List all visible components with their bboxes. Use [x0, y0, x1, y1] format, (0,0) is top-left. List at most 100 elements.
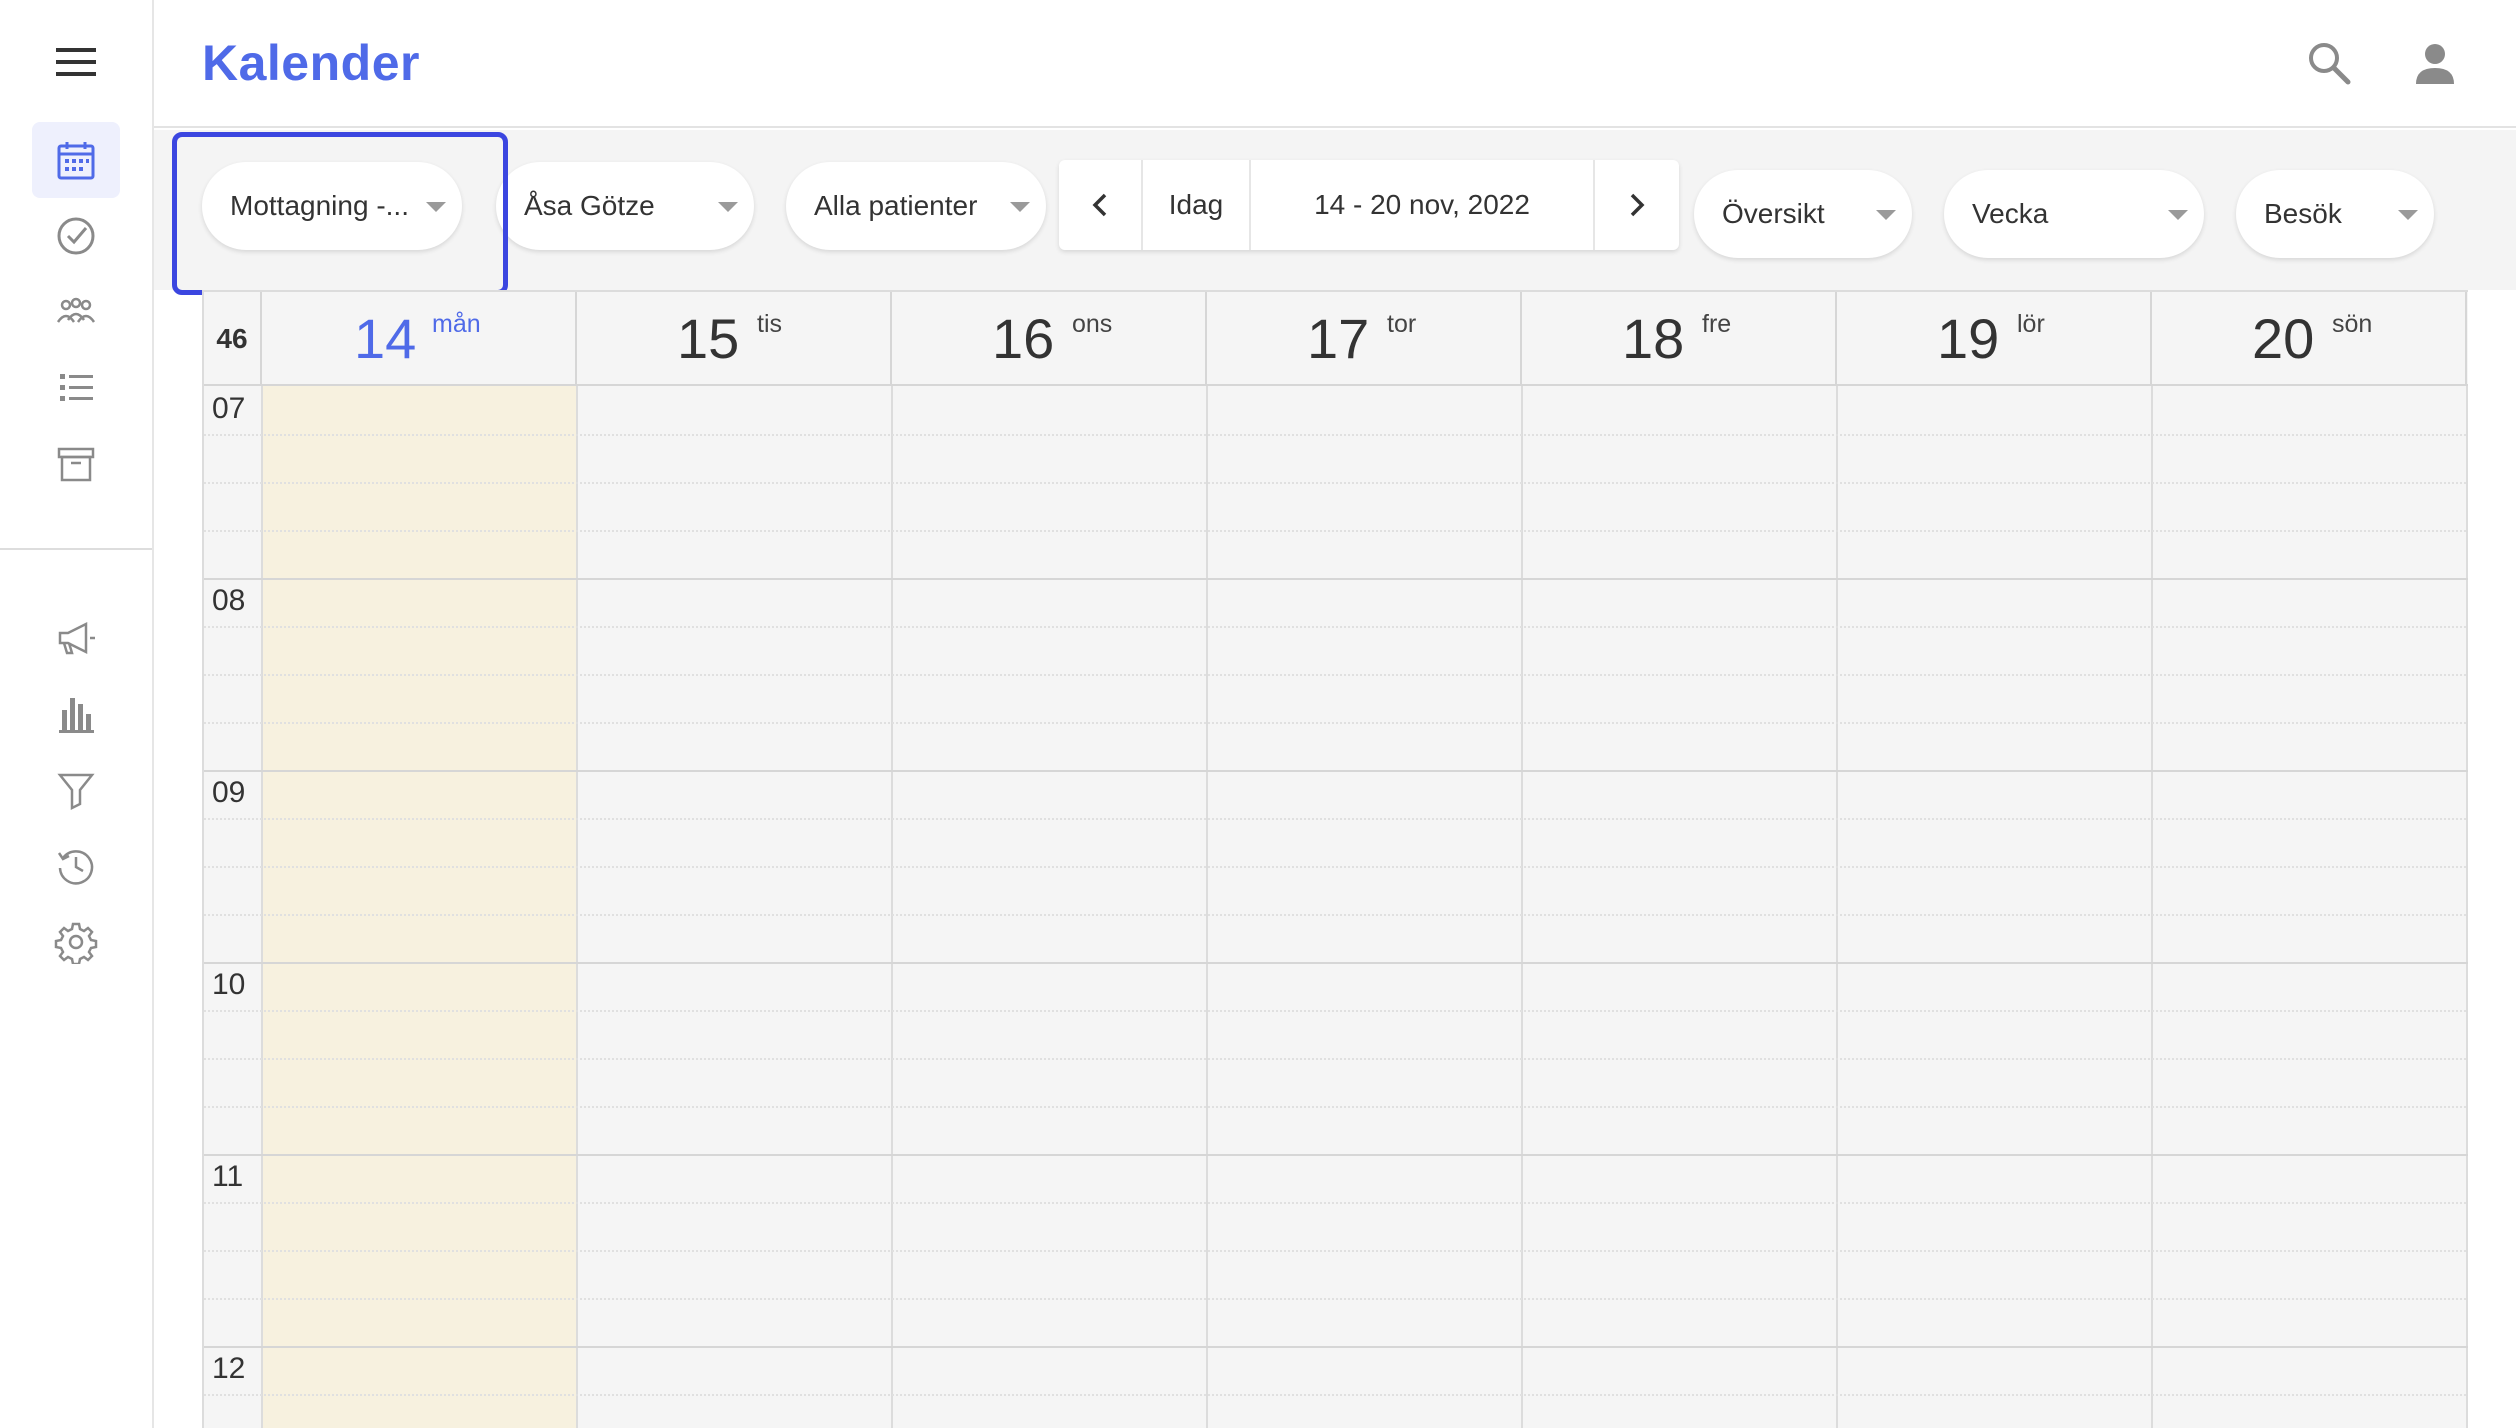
day-name: fre — [1702, 310, 1732, 338]
chevron-down-icon — [2168, 210, 2188, 220]
day-header-0[interactable]: 14 mån — [262, 292, 577, 386]
grid-column-line — [891, 386, 893, 1428]
quarter-line — [204, 482, 2468, 484]
day-number: 14 — [354, 307, 417, 370]
list-icon — [60, 374, 93, 401]
prev-week-button[interactable] — [1059, 160, 1143, 250]
quarter-line — [204, 1298, 2468, 1300]
search-icon[interactable] — [2304, 38, 2354, 88]
sidebar-item-archive[interactable] — [32, 426, 120, 502]
grid-column-line — [2151, 386, 2153, 1428]
sidebar-item-announcements[interactable] — [32, 600, 120, 676]
bar-chart-icon — [59, 698, 94, 733]
grid-column-line — [1521, 386, 1523, 1428]
grid-column-line — [2466, 386, 2468, 1428]
hour-label: 07 — [212, 392, 246, 425]
focus-highlight — [172, 132, 508, 295]
history-icon — [57, 850, 94, 885]
today-column — [262, 386, 577, 1428]
hour-label: 08 — [212, 584, 246, 617]
next-week-button[interactable] — [1595, 160, 1679, 250]
quarter-line — [204, 818, 2468, 820]
quarter-line — [204, 1106, 2468, 1108]
quarter-line — [204, 1010, 2468, 1012]
app-root: Kalender Mottagning -... Åsa Götze Alla … — [0, 0, 2516, 1428]
view-select[interactable]: Översikt — [1694, 170, 1912, 258]
day-name: ons — [1072, 310, 1113, 338]
settings-gear-icon — [54, 922, 98, 964]
today-button[interactable]: Idag — [1143, 160, 1251, 250]
quarter-line — [204, 1058, 2468, 1060]
hour-line — [204, 1154, 2468, 1156]
sidebar-item-list[interactable] — [32, 350, 120, 426]
quarter-line — [204, 866, 2468, 868]
check-circle-icon — [57, 217, 95, 255]
week-calendar: 46 14 mån 15 tis 16 ons 17 tor 18 fre 19 lör 20 sön 0… — [202, 290, 2468, 1428]
sidebar-item-history[interactable] — [32, 828, 120, 904]
sidebar-divider — [0, 548, 152, 550]
date-range-label[interactable]: 14 - 20 nov, 2022 — [1251, 160, 1595, 250]
grid-column-line — [1206, 386, 1208, 1428]
staff-select-value: Åsa Götze — [524, 190, 655, 221]
period-select[interactable]: Vecka — [1944, 170, 2204, 258]
filter-funnel-icon — [57, 773, 95, 811]
sidebar-item-statistics[interactable] — [32, 676, 120, 752]
day-header-1[interactable]: 15 tis — [577, 292, 892, 386]
day-header-5[interactable]: 19 lör — [1837, 292, 2152, 386]
patient-select-value: Alla patienter — [814, 190, 978, 221]
account-icon[interactable] — [2410, 38, 2460, 88]
sidebar-item-settings[interactable] — [32, 904, 120, 980]
grid-column-line — [576, 386, 578, 1428]
visit-type-select[interactable]: Besök — [2236, 170, 2434, 258]
sidebar-item-calendar[interactable] — [32, 122, 120, 198]
staff-select[interactable]: Åsa Götze — [496, 162, 754, 250]
chevron-down-icon — [718, 202, 738, 212]
hour-label: 11 — [212, 1160, 244, 1193]
sidebar-item-patients[interactable] — [32, 274, 120, 350]
patient-select[interactable]: Alla patienter — [786, 162, 1046, 250]
day-number: 20 — [2252, 307, 2315, 370]
day-number: 18 — [1622, 307, 1685, 370]
hamburger-menu-icon[interactable] — [56, 44, 96, 80]
period-select-value: Vecka — [1972, 198, 2049, 229]
quarter-line — [204, 674, 2468, 676]
hour-label: 09 — [212, 776, 246, 809]
day-number: 19 — [1937, 307, 2000, 370]
day-header-3[interactable]: 17 tor — [1207, 292, 1522, 386]
grid-column-line — [261, 386, 263, 1428]
archive-icon — [57, 447, 95, 482]
hour-line — [204, 1346, 2468, 1348]
calendar-body[interactable]: 07 08 09 10 11 12 — [204, 386, 2468, 1428]
chevron-down-icon — [1876, 210, 1896, 220]
hour-line — [204, 578, 2468, 580]
hour-line — [204, 962, 2468, 964]
quarter-line — [204, 1394, 2468, 1396]
quarter-line — [204, 914, 2468, 916]
day-name: lör — [2017, 310, 2045, 338]
day-number: 15 — [677, 307, 740, 370]
hour-label: 10 — [212, 968, 246, 1001]
day-name: tor — [1387, 310, 1417, 338]
day-number: 17 — [1307, 307, 1370, 370]
day-header-2[interactable]: 16 ons — [892, 292, 1207, 386]
sidebar-item-filter[interactable] — [32, 752, 120, 828]
day-header-4[interactable]: 18 fre — [1522, 292, 1837, 386]
date-navigator: Idag 14 - 20 nov, 2022 — [1059, 160, 1679, 250]
quarter-line — [204, 434, 2468, 436]
day-header-6[interactable]: 20 sön — [2152, 292, 2467, 386]
quarter-line — [204, 626, 2468, 628]
day-name: tis — [757, 310, 782, 338]
quarter-line — [204, 1202, 2468, 1204]
calendar-icon — [57, 142, 95, 180]
chevron-down-icon — [1010, 202, 1030, 212]
chevron-down-icon — [2398, 210, 2418, 220]
quarter-line — [204, 530, 2468, 532]
hour-line — [204, 770, 2468, 772]
sidebar-item-tasks[interactable] — [32, 198, 120, 274]
calendar-header: 46 14 mån 15 tis 16 ons 17 tor 18 fre 19 lör 20 sön — [204, 292, 2468, 386]
day-name: mån — [432, 310, 481, 338]
page-title: Kalender — [202, 35, 420, 91]
visit-type-select-value: Besök — [2264, 198, 2342, 229]
day-number: 16 — [992, 307, 1055, 370]
chevron-right-icon — [1630, 193, 1645, 217]
